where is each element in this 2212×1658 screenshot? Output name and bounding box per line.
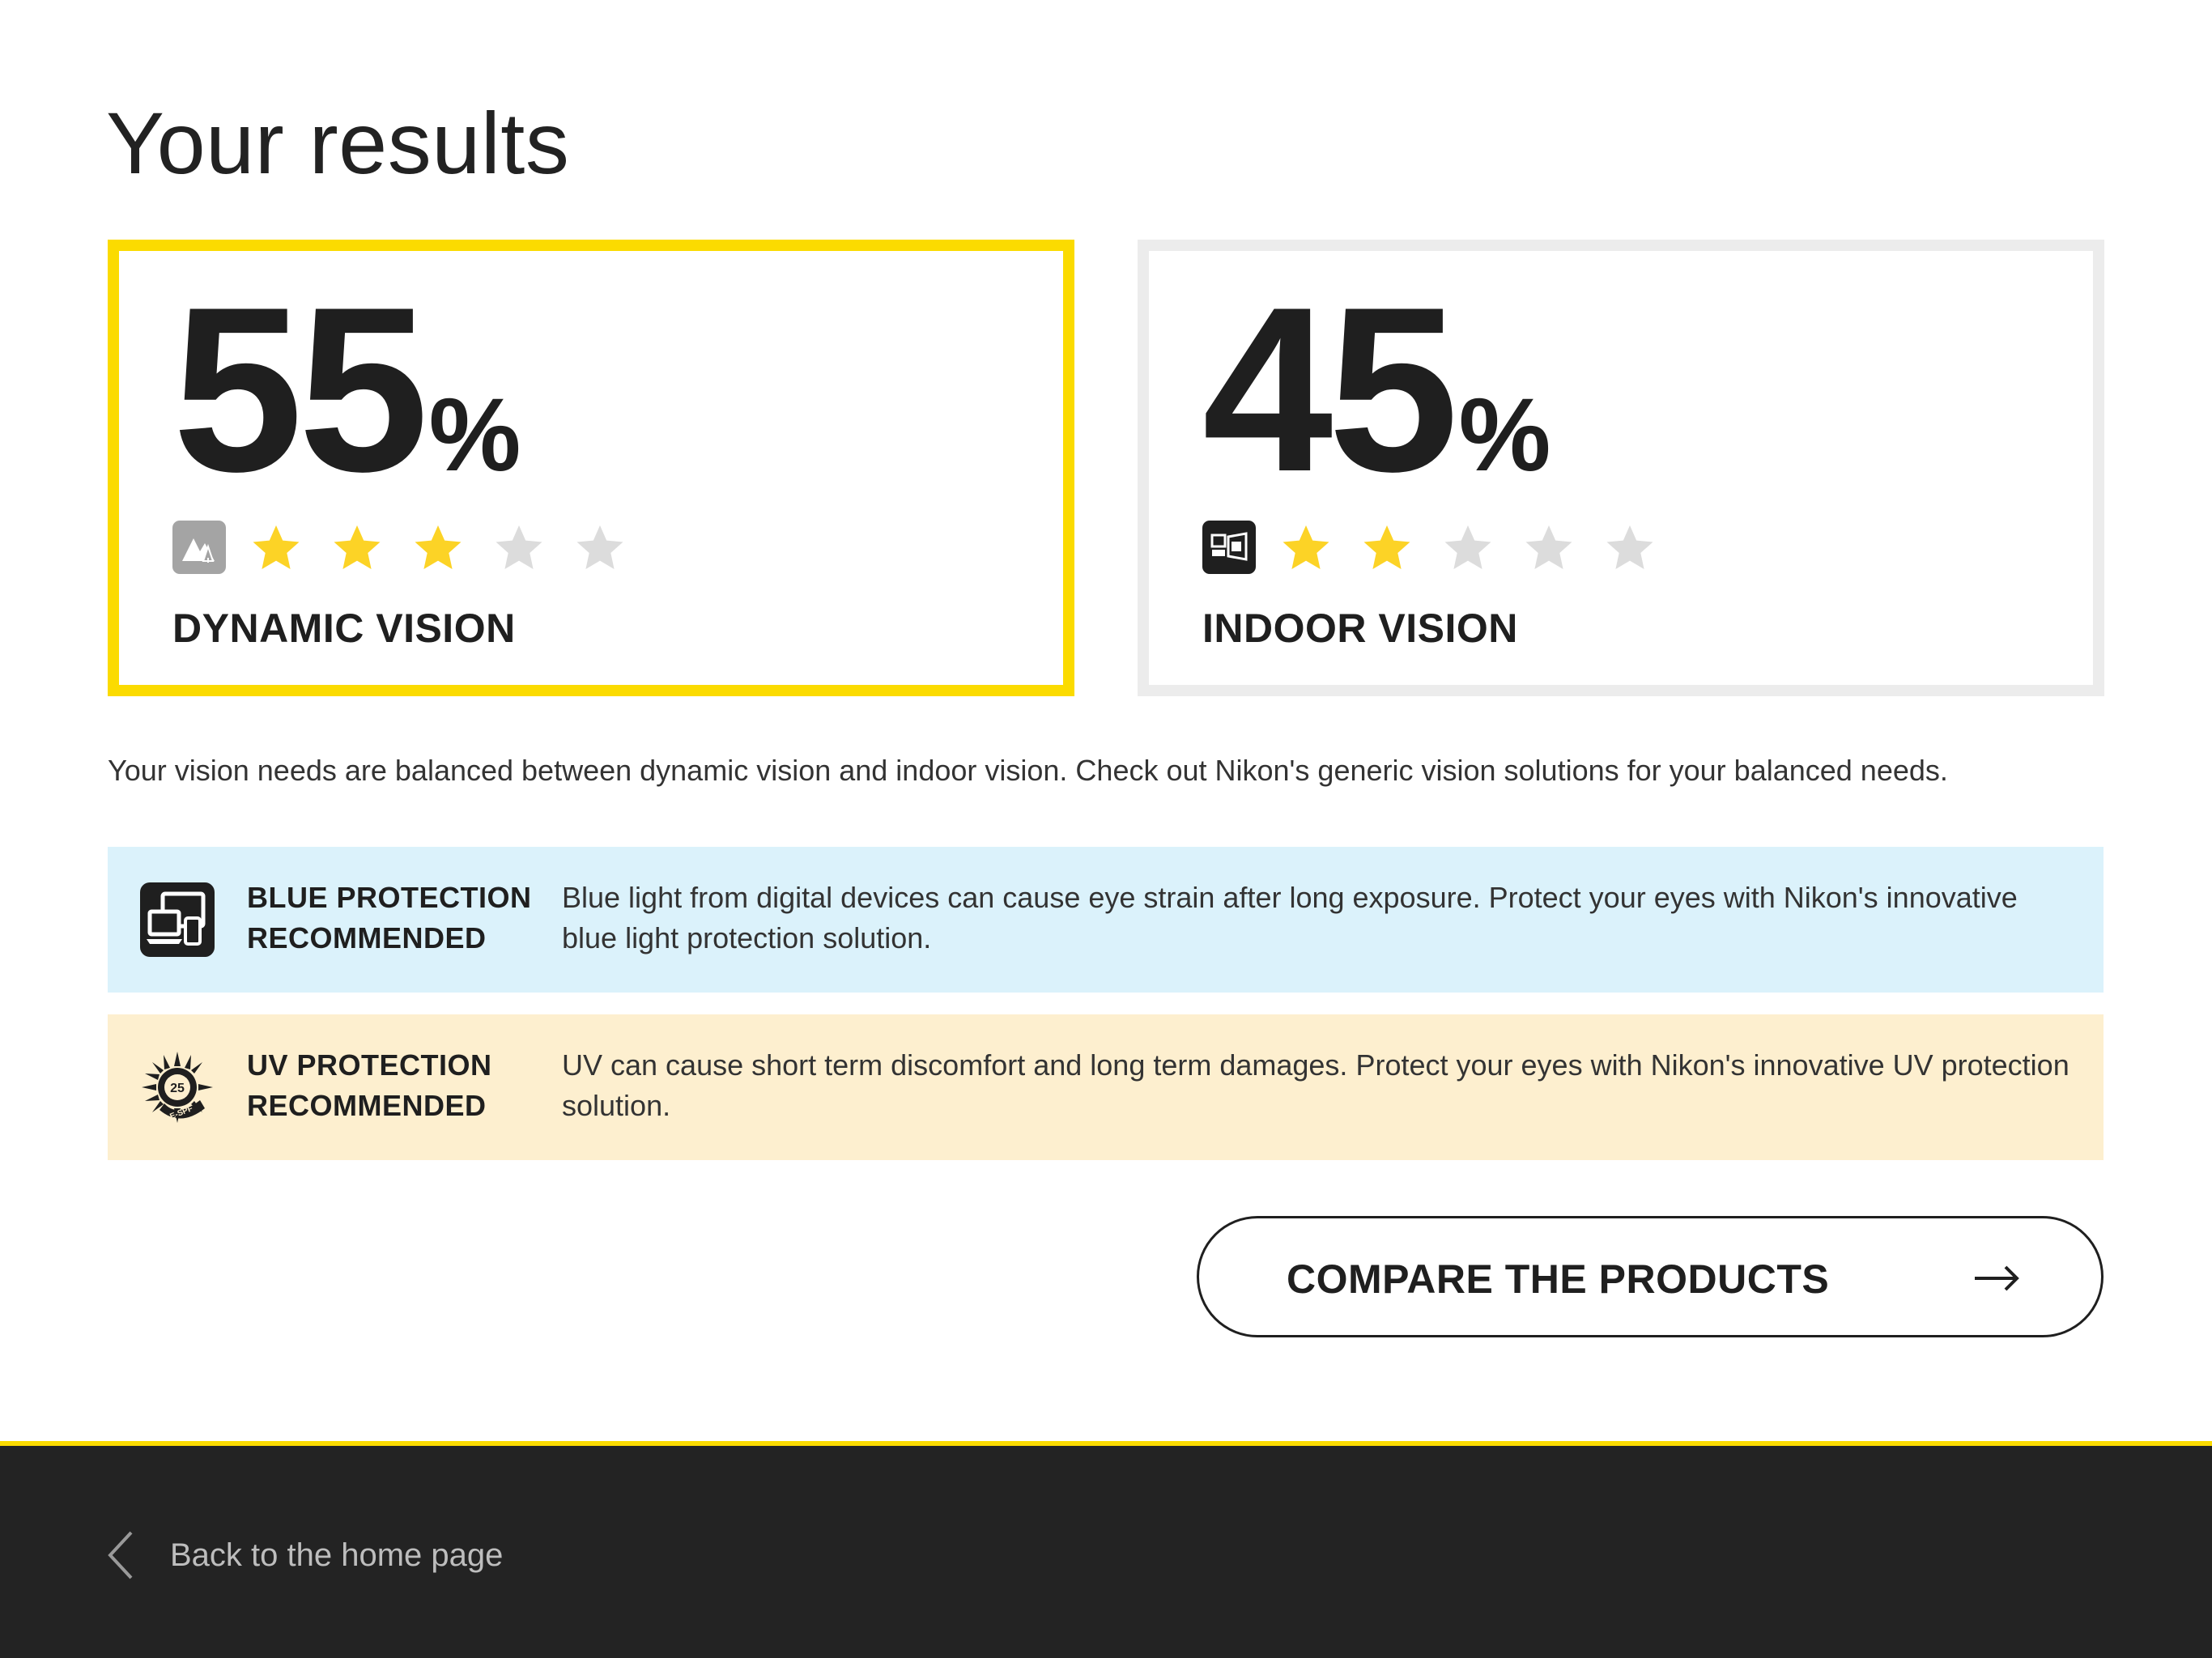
back-to-home-link[interactable]: Back to the home page (104, 1527, 503, 1584)
dynamic-vision-card[interactable]: 55% DYNAMIC VISION (108, 240, 1074, 696)
uv-protection-text: UV can cause short term discomfort and l… (562, 1048, 2069, 1122)
star-empty-icon (1589, 518, 1670, 576)
dynamic-vision-percent-value: 55 (172, 258, 429, 521)
blue-light-devices-icon (140, 882, 215, 957)
arrow-right-icon (1973, 1261, 2020, 1296)
star-filled-icon (1266, 518, 1346, 576)
uv-protection-title: UV PROTECTION RECOMMENDED (247, 1048, 492, 1122)
dynamic-vision-icon (172, 521, 226, 574)
uv-protection-panel: 25 E-SPF UV PROTECTION RECOMMENDED UV ca… (108, 1014, 2104, 1160)
uv-sun-icon: 25 E-SPF (140, 1050, 215, 1124)
dynamic-vision-percent: 55% (172, 272, 521, 507)
back-to-home-label: Back to the home page (170, 1537, 504, 1573)
blue-protection-panel: BLUE PROTECTION RECOMMENDED Blue light f… (108, 847, 2104, 993)
dynamic-vision-label: DYNAMIC VISION (172, 606, 516, 651)
footer-bar: Back to the home page (0, 1441, 2212, 1658)
star-filled-icon (398, 518, 479, 576)
chevron-left-icon (104, 1529, 136, 1581)
star-filled-icon (317, 518, 398, 576)
indoor-vision-icon (1202, 521, 1256, 574)
percent-sign: % (428, 377, 521, 493)
star-empty-icon (1427, 518, 1508, 576)
percent-sign: % (1458, 377, 1551, 493)
indoor-vision-percent: 45% (1202, 272, 1551, 507)
star-empty-icon (559, 518, 640, 576)
blue-protection-text: Blue light from digital devices can caus… (562, 881, 2018, 954)
indoor-vision-card[interactable]: 45% INDOOR VISION (1138, 240, 2104, 696)
compare-products-button[interactable]: COMPARE THE PRODUCTS (1197, 1216, 2104, 1337)
indoor-vision-percent-value: 45 (1202, 258, 1459, 521)
indoor-vision-rating (1202, 518, 1670, 576)
dynamic-vision-rating (172, 518, 640, 576)
results-summary: Your vision needs are balanced between d… (108, 754, 1948, 787)
star-filled-icon (236, 518, 317, 576)
uv-badge-text: E-SPF (168, 1104, 194, 1121)
compare-products-label: COMPARE THE PRODUCTS (1287, 1256, 1830, 1302)
indoor-vision-label: INDOOR VISION (1202, 606, 1518, 651)
star-empty-icon (479, 518, 559, 576)
star-filled-icon (1346, 518, 1427, 576)
blue-protection-title: BLUE PROTECTION RECOMMENDED (247, 881, 532, 954)
star-empty-icon (1508, 518, 1589, 576)
uv-badge-number: 25 (170, 1082, 185, 1095)
page-title: Your results (106, 94, 570, 192)
